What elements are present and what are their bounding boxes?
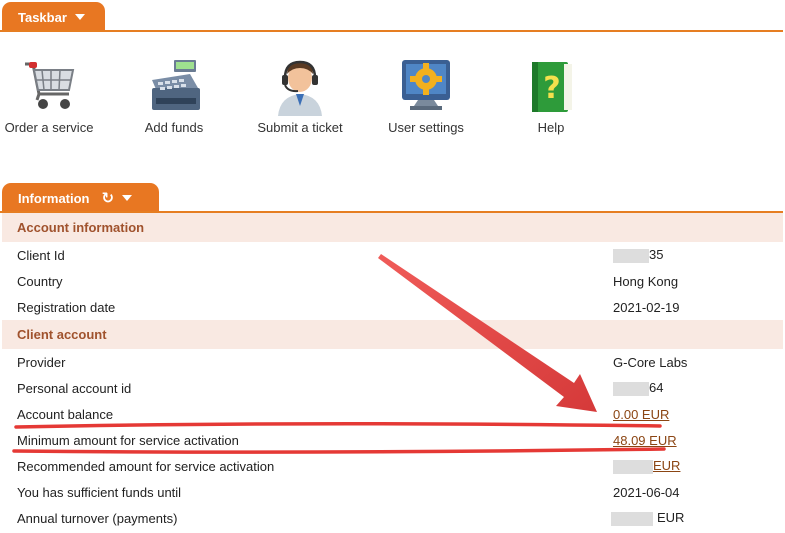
country-value: Hong Kong	[613, 273, 679, 289]
table-row: Personal account id 64	[2, 375, 783, 401]
help-label: Help	[537, 120, 565, 135]
table-row: Country Hong Kong	[2, 268, 783, 294]
submit-ticket-label: Submit a ticket	[257, 120, 343, 135]
section-title: Account information	[2, 213, 783, 242]
user-settings-button[interactable]: User settings	[384, 58, 468, 135]
information-header: Information ↻	[0, 181, 785, 213]
table-row: You has sufficient funds until 2021-06-0…	[2, 479, 783, 505]
user-settings-label: User settings	[388, 120, 464, 135]
chevron-down-icon[interactable]	[74, 14, 85, 20]
provider-value: G-Core Labs	[613, 354, 688, 370]
taskbar-header: Taskbar	[0, 0, 785, 32]
account-balance-link[interactable]: 0.00 EUR	[613, 407, 669, 422]
section-header: Client account	[2, 320, 783, 349]
client-id-value: 35	[649, 247, 664, 263]
taskbar-tab[interactable]: Taskbar	[2, 2, 105, 32]
table-row: Minimum amount for service activation 48…	[2, 427, 783, 453]
annual-turnover-value: EUR	[657, 510, 685, 526]
svg-text:?: ?	[543, 71, 560, 106]
row-value: 35	[613, 242, 783, 268]
row-label: Registration date	[17, 299, 116, 315]
shopping-cart-icon	[19, 58, 79, 116]
redaction-mask	[611, 511, 653, 526]
add-funds-button[interactable]: Add funds	[138, 58, 210, 135]
row-value: EUR	[611, 505, 783, 531]
table-row: Client Id 35	[2, 242, 783, 268]
add-funds-label: Add funds	[144, 120, 204, 135]
help-book-icon: ?	[522, 58, 582, 116]
recommended-amount-value: EUR	[653, 458, 681, 474]
redaction-mask	[613, 459, 653, 474]
recommended-amount-link[interactable]: EUR	[613, 458, 681, 474]
row-value: 48.09 EUR	[613, 427, 783, 453]
redaction-mask	[613, 381, 649, 396]
refresh-icon[interactable]: ↻	[102, 191, 115, 206]
minimum-amount-link[interactable]: 48.09 EUR	[613, 433, 677, 448]
submit-ticket-button[interactable]: Submit a ticket	[252, 58, 348, 135]
row-label: Country	[17, 273, 63, 289]
table-row: Registration date 2021-02-19	[2, 294, 783, 320]
row-value: EUR	[613, 453, 783, 479]
row-label: Recommended amount for service activatio…	[17, 458, 275, 474]
registration-date-value: 2021-02-19	[613, 299, 680, 315]
support-agent-icon	[270, 58, 330, 116]
taskbar-items: Order a service Add funds Submit a ticke…	[0, 58, 785, 138]
table-row: Annual turnover (payments) EUR	[2, 505, 783, 531]
section-header: Account information	[2, 213, 783, 242]
row-label: You has sufficient funds until	[17, 484, 182, 500]
row-value: 0.00 EUR	[613, 401, 783, 427]
taskbar-divider	[0, 30, 783, 32]
taskbar-tab-label: Taskbar	[18, 9, 67, 25]
row-label: Personal account id	[17, 380, 132, 396]
row-value: 64	[613, 375, 783, 401]
personal-account-id-value: 64	[649, 380, 664, 396]
row-label: Annual turnover (payments)	[17, 510, 178, 526]
cash-register-icon	[144, 58, 204, 116]
table-row: Account balance 0.00 EUR	[2, 401, 783, 427]
table-row: Recommended amount for service activatio…	[2, 453, 783, 479]
chevron-down-icon[interactable]	[122, 195, 133, 201]
information-table: Account information Client Id 35 Country…	[2, 213, 783, 531]
row-label: Client Id	[17, 247, 65, 263]
order-service-button[interactable]: Order a service	[4, 58, 94, 135]
redaction-mask	[613, 248, 649, 263]
information-tab[interactable]: Information ↻	[2, 183, 159, 213]
information-tab-label: Information	[18, 190, 90, 206]
row-label: Minimum amount for service activation	[17, 432, 239, 448]
settings-monitor-icon	[396, 58, 456, 116]
sufficient-funds-value: 2021-06-04	[613, 484, 680, 500]
section-title: Client account	[2, 320, 783, 349]
row-label: Account balance	[17, 406, 114, 422]
table-row: Provider G-Core Labs	[2, 349, 783, 375]
row-label: Provider	[17, 354, 66, 370]
order-service-label: Order a service	[4, 120, 94, 135]
help-button[interactable]: ? Help	[522, 58, 580, 135]
